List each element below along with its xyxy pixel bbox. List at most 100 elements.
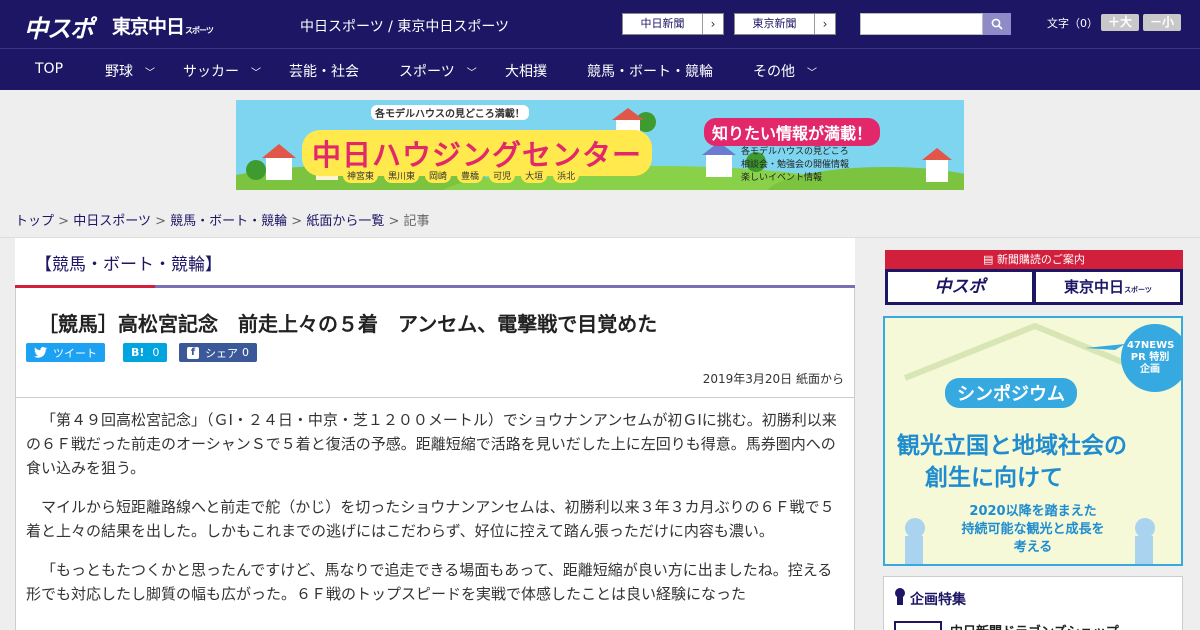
article-headline: ［競馬］高松宮記念 前走上々の５着 アンセム、電撃戦で目覚めた [38, 312, 658, 336]
symposium-ad[interactable]: 47NEWS PR 特別企画 シンポジウム 観光立国と地域社会の 創生に向けて … [883, 316, 1183, 566]
nav-item-baseball[interactable]: 野球 ﹀ [105, 61, 155, 81]
font-larger-button[interactable]: ＋大 [1101, 14, 1139, 31]
subscribe-tokyo-label: 東京中日 [1064, 278, 1125, 296]
facebook-share-label: シェア [205, 346, 238, 360]
hatena-count: 0 [152, 346, 160, 359]
banner-locations: 神宮東 黒川東 岡崎 豊橋 可児 大垣 浜北 [343, 168, 580, 183]
location-tag: 岡崎 [425, 168, 452, 183]
nav-label: 大相撲 [505, 64, 547, 80]
ext-link-label: 東京新聞 [735, 14, 815, 34]
nav-label: TOP [35, 61, 64, 77]
article-paragraph: 「第４９回高松宮記念」（ＧⅠ・２４日・中京・芝１２００メートル）でショウナンアン… [26, 411, 837, 477]
nav-item-other[interactable]: その他 ﹀ [753, 61, 817, 81]
location-tag: 神宮東 [343, 168, 379, 183]
chevron-down-icon: ﹀ [145, 67, 155, 79]
banner-bullet: 楽しいイベント情報 [741, 173, 823, 183]
subscribe-tokyo-button[interactable]: 東京中日スポーツ [1036, 272, 1180, 302]
breadcrumb-sep: > [155, 214, 166, 229]
search-icon [991, 18, 1003, 30]
breadcrumb-sep: > [58, 214, 70, 229]
ad-line1: 観光立国と地域社会の [897, 433, 1127, 459]
hatena-bookmark-button[interactable]: B! 0 [123, 343, 168, 362]
hatena-icon: B! [131, 346, 145, 359]
nav-item-keiba[interactable]: 競馬・ボート・競輪 [587, 61, 713, 81]
nav-label: その他 [753, 64, 795, 80]
font-size-label: 文字（0） [1047, 17, 1098, 30]
breadcrumb-sep: > [291, 214, 303, 229]
subscription-title: ▤ 新聞購読のご案内 [885, 250, 1183, 269]
tokyo-logo-sub: スポーツ [185, 26, 214, 35]
nav-item-sumo[interactable]: 大相撲 [505, 61, 547, 81]
subscription-box: ▤ 新聞購読のご案内 中スポ 東京中日スポーツ [885, 250, 1183, 305]
ext-link-label: 中日新聞 [623, 14, 703, 34]
tokyo-chunichi-logo[interactable]: 東京中日スポーツ [112, 12, 214, 39]
location-tag: 可児 [489, 168, 516, 183]
breadcrumb: トップ > 中日スポーツ > 競馬・ボート・競輪 > 紙面から一覧 > 記事 [15, 210, 430, 229]
nav-label: 芸能・社会 [289, 64, 359, 80]
dragons-shop-link[interactable]: 中日新聞ドラゴンズショップ [950, 621, 1119, 630]
chevron-down-icon: ﹀ [466, 67, 477, 79]
subscription-title-text: 新聞購読のご案内 [996, 253, 1085, 266]
article-paragraph: マイルから短距離路線へと前走で舵（かじ）を切ったショウナンアンセムは、初勝利以来… [26, 498, 835, 540]
breadcrumb-top[interactable]: トップ [15, 214, 54, 229]
breadcrumb-current: 記事 [403, 214, 430, 229]
nav-item-entertainment[interactable]: 芸能・社会 [289, 61, 359, 81]
tweet-button[interactable]: ツイート [26, 343, 105, 362]
breadcrumb-paper-list[interactable]: 紙面から一覧 [306, 214, 384, 229]
ad-badge: 47NEWS PR 特別企画 [1127, 340, 1175, 375]
banner-top-text: 各モデルハウスの見どころ満載！ [371, 105, 529, 120]
medal-icon [895, 588, 905, 605]
nav-label: 野球 [105, 64, 133, 80]
dragons-shop-thumb[interactable] [894, 621, 942, 630]
banner-bullet: 相談会・勉強会の開催情報 [741, 160, 850, 170]
chevron-right-icon: › [822, 17, 828, 31]
newspaper-icon: ▤ [983, 253, 997, 266]
ad-line2: 創生に向けて [925, 465, 1063, 491]
breadcrumb-sep: > [388, 214, 400, 229]
section-title[interactable]: 【競馬・ボート・競輪】 [35, 250, 222, 275]
tweet-label: ツイート [53, 346, 97, 360]
nav-item-sports[interactable]: スポーツ ﹀ [399, 61, 477, 81]
article-column: 【競馬・ボート・競輪】 ［競馬］高松宮記念 前走上々の５着 アンセム、電撃戦で目… [15, 238, 855, 630]
chevron-down-icon: ﹀ [251, 67, 261, 79]
nav-label: 競馬・ボート・競輪 [587, 64, 713, 80]
chunichi-shimbun-link[interactable]: 中日新聞 › [622, 13, 724, 35]
special-feature-title: 企画特集 [910, 592, 966, 608]
top-header: 中スポ 東京中日スポーツ 中日スポーツ / 東京中日スポーツ 中日新聞 › 東京… [0, 0, 1200, 48]
search-button[interactable] [983, 13, 1011, 35]
nav-item-top[interactable]: TOP [35, 61, 63, 77]
location-tag: 大垣 [521, 168, 548, 183]
main-nav: TOP 野球 ﹀ サッカー ﹀ 芸能・社会 スポーツ ﹀ 大相撲 競馬・ボート・競輪 … [0, 48, 1200, 90]
facebook-share-button[interactable]: f シェア 0 [179, 343, 257, 362]
subscribe-tokyo-sub: スポーツ [1124, 286, 1152, 294]
tokyo-shimbun-link[interactable]: 東京新聞 › [734, 13, 836, 35]
nav-label: サッカー [183, 64, 239, 80]
special-feature-box: 企画特集 中日新聞ドラゴンズショップ [883, 576, 1183, 630]
location-tag: 浜北 [553, 168, 580, 183]
facebook-icon: f [187, 346, 199, 359]
chevron-down-icon: ﹀ [807, 67, 817, 79]
breadcrumb-chunichi-sports[interactable]: 中日スポーツ [73, 214, 151, 229]
nav-label: スポーツ [399, 64, 455, 80]
subscribe-chuspo-button[interactable]: 中スポ [888, 272, 1032, 302]
ad-sub2: 持続可能な観光と成長を [961, 522, 1105, 537]
housing-center-banner[interactable]: 各モデルハウスの見どころ満載！ 中日ハウジングセンター 知りたい情報が満載！ 各… [236, 100, 964, 190]
font-smaller-button[interactable]: －小 [1143, 14, 1181, 31]
chuspo-logo[interactable]: 中スポ [24, 9, 94, 44]
location-tag: 豊橋 [457, 168, 484, 183]
facebook-count: 0 [242, 346, 249, 359]
search-input[interactable] [860, 13, 983, 35]
ad-tag: シンポジウム [945, 378, 1077, 408]
banner-side-text: 知りたい情報が満載！ [704, 118, 881, 146]
site-title: 中日スポーツ / 東京中日スポーツ [300, 19, 510, 35]
chevron-right-icon: › [710, 17, 716, 31]
ad-sub1: 2020以降を踏まえた [969, 504, 1097, 519]
nav-item-soccer[interactable]: サッカー ﹀ [183, 61, 261, 81]
breadcrumb-keiba[interactable]: 競馬・ボート・競輪 [170, 214, 287, 229]
article-date: 2019年3月20日 紙面から [702, 372, 844, 386]
twitter-icon [34, 347, 47, 358]
tokyo-logo-text: 東京中日 [112, 16, 185, 38]
banner-bullet: 各モデルハウスの見どころ [741, 147, 849, 157]
ad-sub3: 考える [1013, 540, 1053, 555]
article-body: 「第４９回高松宮記念」（ＧⅠ・２４日・中京・芝１２００メートル）でショウナンアン… [15, 398, 855, 630]
